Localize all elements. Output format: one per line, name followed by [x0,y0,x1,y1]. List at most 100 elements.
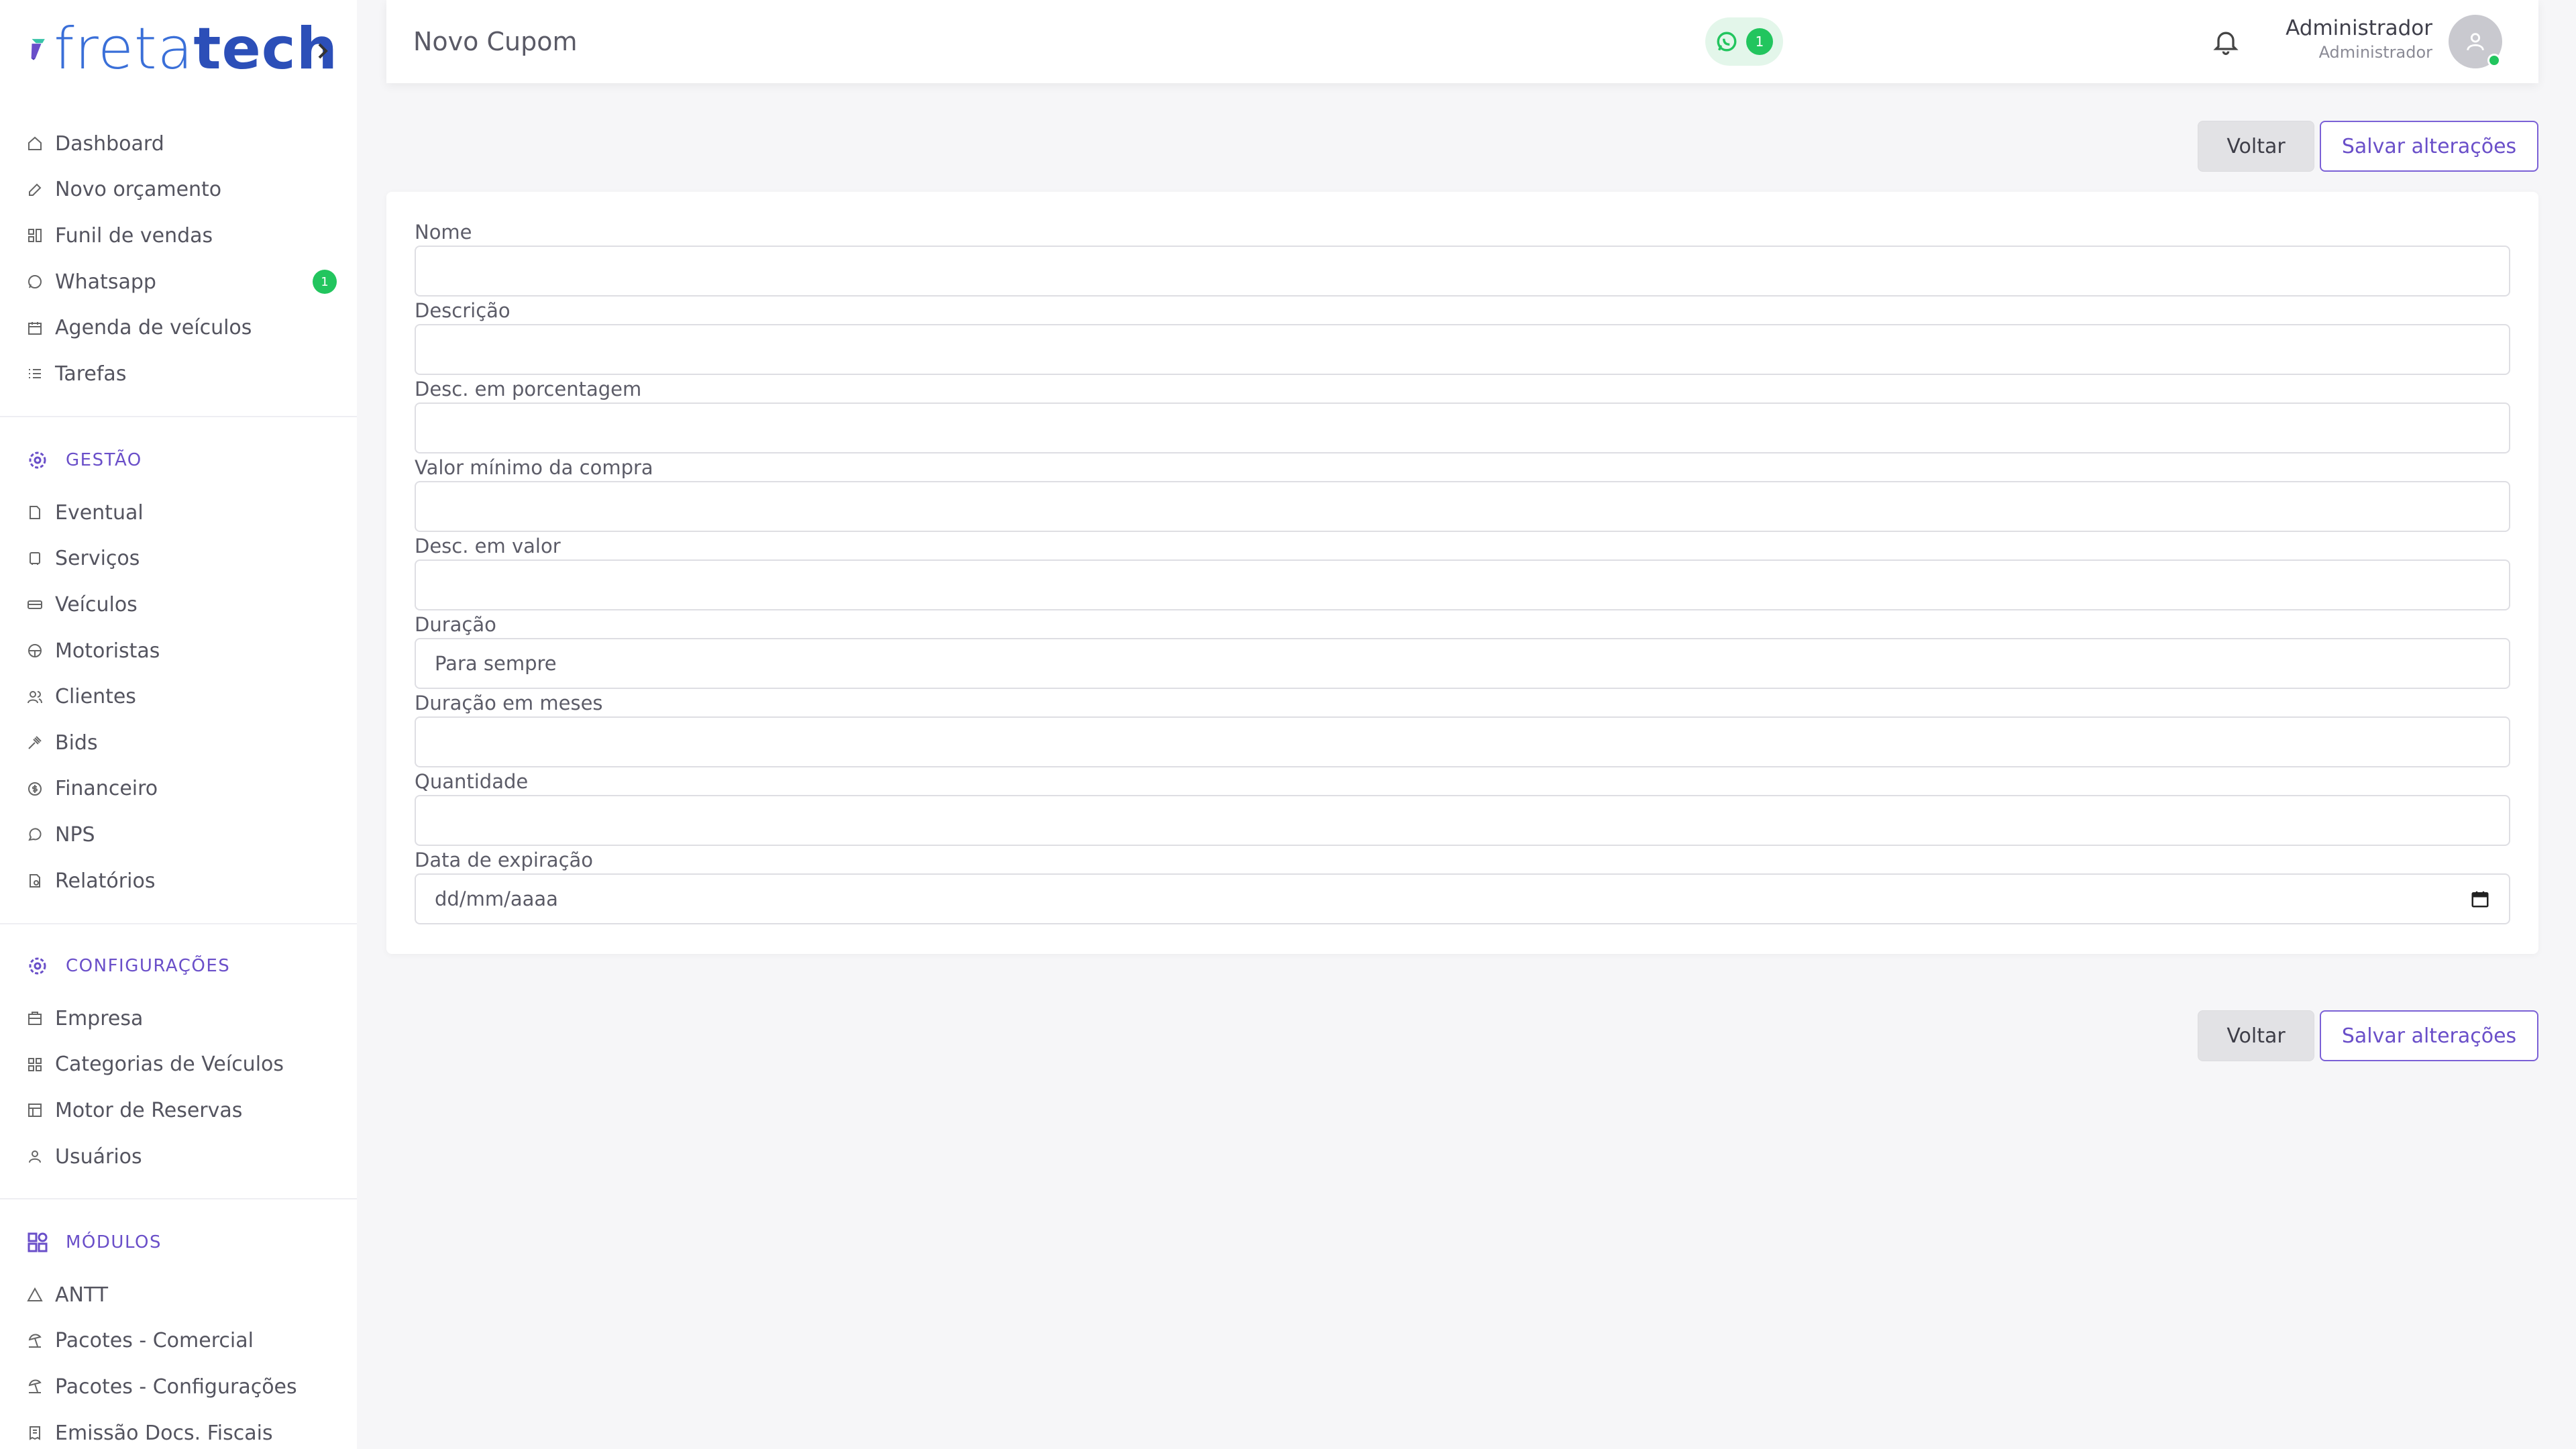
sidebar-divider [0,923,357,924]
section-label: CONFIGURAÇÕES [66,956,231,976]
field-nome: Nome [415,219,2510,297]
calendar-icon [28,321,42,335]
user-name: Administrador [2286,16,2432,40]
whatsapp-button[interactable]: 1 [1705,17,1783,66]
sidebar-item-label: Bids [55,731,98,755]
duracao-meses-input[interactable] [415,716,2510,767]
back-button[interactable]: Voltar [2198,121,2314,172]
save-button[interactable]: Salvar alterações [2320,121,2538,172]
sidebar-item-label: Motor de Reservas [55,1098,243,1122]
data-expiracao-input[interactable]: dd/mm/aaaa [415,873,2510,924]
field-label: Duração [415,613,496,636]
collapse-chevron-icon[interactable] [314,38,333,64]
descricao-input[interactable] [415,324,2510,375]
grid-icon [28,1057,42,1071]
triangle-icon [27,1287,43,1302]
sidebar-item-funil-de-vendas[interactable]: Funil de vendas [0,213,357,259]
field-label: Data de expiração [415,849,594,871]
bus-icon [30,551,40,565]
sidebar-item-antt[interactable]: ANTT [0,1272,357,1318]
chat-icon [28,828,42,841]
field-desc-porcentagem: Desc. em porcentagem [415,376,2510,453]
avatar[interactable] [2449,15,2502,68]
field-label: Descrição [415,299,511,322]
sidebar-item-label: Dashboard [55,131,164,156]
sidebar-item-whatsapp[interactable]: Whatsapp 1 [0,259,357,305]
sidebar-item-label: Agenda de veículos [55,316,252,340]
sidebar-divider [0,416,357,417]
duracao-select[interactable]: Para sempre [415,638,2510,689]
users-icon [28,690,42,703]
field-duracao: Duração Para sempre [415,611,2510,689]
sidebar-item-agenda[interactable]: Agenda de veículos [0,305,357,351]
sidebar-item-label: Pacotes - Comercial [55,1329,254,1353]
sidebar-item-veiculos[interactable]: Veículos [0,582,357,628]
sidebar-item-label: Motoristas [55,639,160,663]
sidebar-item-categorias-veiculos[interactable]: Categorias de Veículos [0,1042,357,1088]
funnel-icon [28,229,42,243]
bell-icon[interactable] [2211,27,2241,56]
sidebar-item-tarefas[interactable]: Tarefas [0,351,357,397]
save-button[interactable]: Salvar alterações [2320,1010,2538,1061]
sidebar-item-pacotes-configuracoes[interactable]: Pacotes - Configurações [0,1364,357,1410]
calendar-icon[interactable] [2470,889,2490,909]
quantidade-input[interactable] [415,795,2510,846]
sidebar-item-pacotes-comercial[interactable]: Pacotes - Comercial [0,1318,357,1364]
topbar: Novo Cupom 1 Administrador Administrador [386,0,2538,83]
table-icon [28,1104,42,1118]
sidebar-item-emissao-docs[interactable]: Emissão Docs. Fiscais [0,1410,357,1449]
document-icon [30,506,40,520]
sidebar-divider [0,1198,357,1199]
sidebar-item-dashboard[interactable]: Dashboard [0,121,357,167]
dollar-icon [28,782,42,796]
whatsapp-icon [1717,32,1737,52]
sidebar-item-motor-reservas[interactable]: Motor de Reservas [0,1087,357,1134]
user-info[interactable]: Administrador Administrador [2286,16,2432,62]
sidebar-item-eventual[interactable]: Eventual [0,490,357,536]
sidebar-item-relatorios[interactable]: Relatórios [0,858,357,904]
brand-logo[interactable]: fretatech [30,19,338,79]
sidebar-item-label: Usuários [55,1144,142,1169]
desc-valor-input[interactable] [415,559,2510,610]
field-label: Desc. em porcentagem [415,378,642,400]
field-descricao: Descrição [415,297,2510,375]
sidebar-item-motoristas[interactable]: Motoristas [0,628,357,674]
logo-mark-icon [31,39,45,60]
valor-minimo-input[interactable] [415,481,2510,532]
sidebar-item-servicos[interactable]: Serviços [0,536,357,582]
sidebar-item-label: Whatsapp [55,270,156,294]
sidebar-item-novo-orcamento[interactable]: Novo orçamento [0,167,357,213]
coupon-form-card: Nome Descrição Desc. em porcentagem Valo… [386,192,2538,954]
sidebar-item-label: NPS [55,822,95,847]
sidebar-item-label: Clientes [55,685,136,709]
sidebar-item-financeiro[interactable]: Financeiro [0,766,357,812]
user-icon [2467,33,2484,51]
back-button[interactable]: Voltar [2198,1010,2314,1061]
sidebar-item-clientes[interactable]: Clientes [0,674,357,720]
edit-icon [29,183,42,196]
sidebar-item-label: Empresa [55,1006,144,1030]
app-root: fretatech Dashboard Novo orçamento Funil… [0,0,2576,1449]
sidebar-item-empresa[interactable]: Empresa [0,996,357,1042]
desc-porcentagem-input[interactable] [415,402,2510,453]
beach-icon [28,1334,42,1348]
sidebar-item-label: Relatórios [55,869,156,893]
modules-grid-icon [28,1232,48,1252]
field-duracao-meses: Duração em meses [415,690,2510,767]
field-valor-minimo: Valor mínimo da compra [415,454,2510,532]
nav-gestao: Eventual Serviços Veículos Motoristas Cl… [0,490,357,904]
receipt-icon [30,1426,40,1440]
nav-configuracoes: Empresa Categorias de Veículos Motor de … [0,996,357,1179]
sidebar-item-nps[interactable]: NPS [0,812,357,858]
section-modulos-title: MÓDULOS [27,1222,162,1263]
sidebar-item-bids[interactable]: Bids [0,720,357,766]
sidebar: fretatech Dashboard Novo orçamento Funil… [0,0,357,1449]
field-label: Quantidade [415,770,529,793]
section-gestao-title: GESTÃO [27,440,142,480]
sidebar-item-usuarios[interactable]: Usuários [0,1134,357,1180]
sidebar-item-label: Financeiro [55,777,158,801]
page-title: Novo Cupom [413,27,578,56]
sidebar-item-label: Novo orçamento [55,178,222,202]
nome-input[interactable] [415,246,2510,297]
field-label: Valor mínimo da compra [415,456,653,479]
